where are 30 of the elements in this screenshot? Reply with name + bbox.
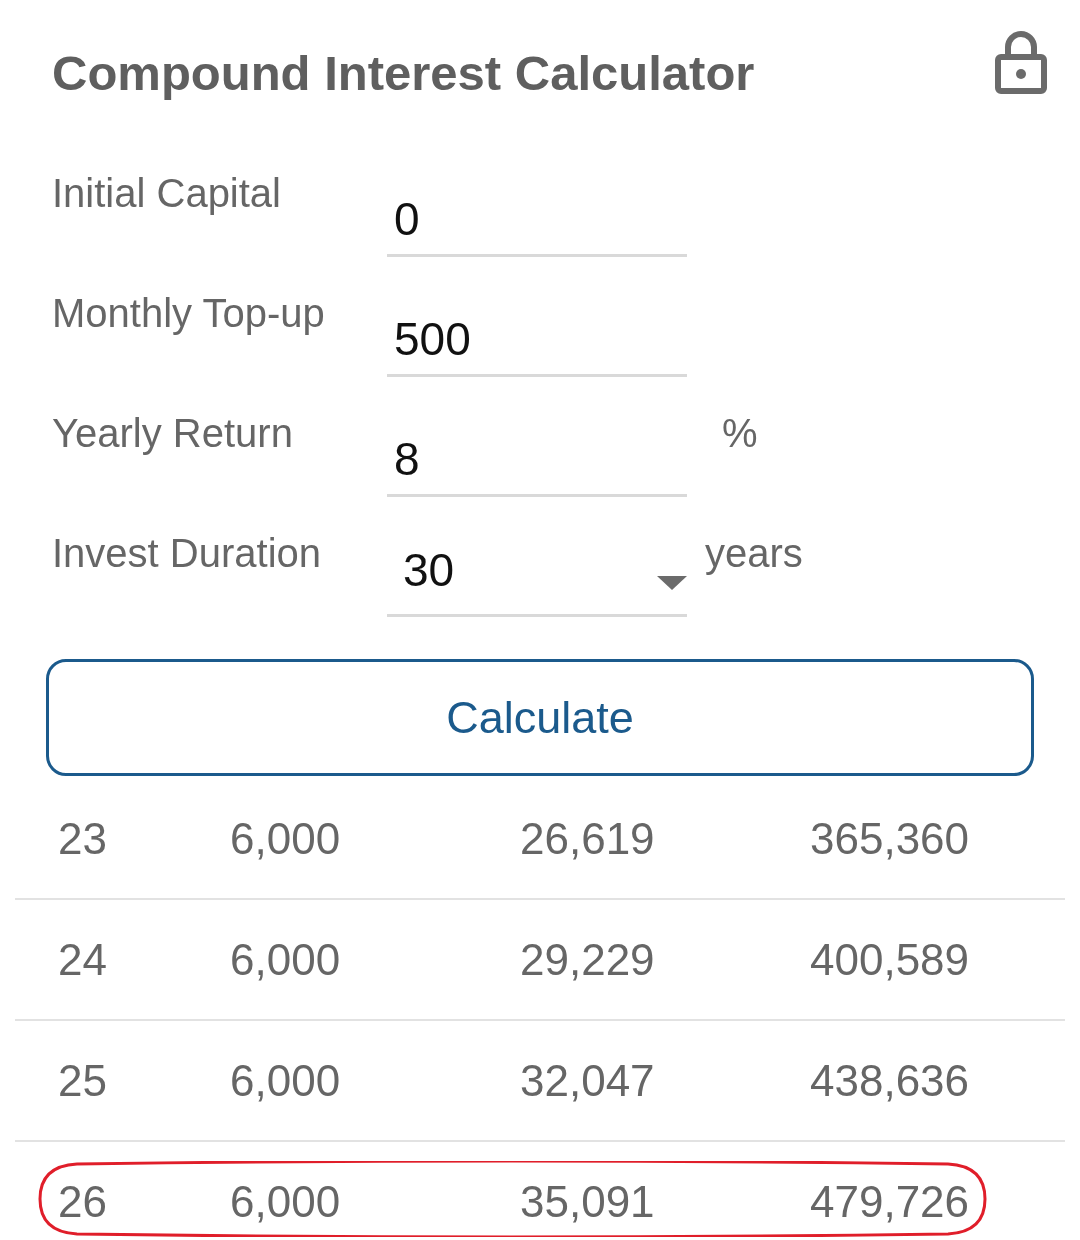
field-label: Monthly Top-up: [52, 290, 326, 337]
table-cell: 26: [58, 1175, 107, 1228]
table-cell: 25: [58, 1054, 107, 1107]
table-cell: 29,229: [520, 933, 655, 986]
table-cell: 26,619: [520, 812, 655, 865]
unit-label: years: [705, 530, 803, 577]
table-cell: 6,000: [230, 812, 341, 865]
field-label: Initial Capital: [52, 170, 282, 217]
table-cell: 438,636: [810, 1054, 970, 1107]
table-cell: 35,091: [520, 1175, 655, 1228]
table-cell: 32,047: [520, 1054, 655, 1107]
unit-label: %: [722, 410, 758, 457]
calculate-button[interactable]: Calculate: [46, 659, 1034, 776]
table-cell: 400,589: [810, 933, 970, 986]
input-field[interactable]: 500: [387, 257, 687, 377]
field-label: Invest Duration: [52, 530, 323, 577]
dropdown-field[interactable]: 30: [387, 497, 687, 617]
field-label: Yearly Return: [52, 410, 294, 457]
table-cell: 479,726: [810, 1175, 970, 1228]
table-cell: 24: [58, 933, 107, 986]
caret-icon: [657, 576, 687, 590]
input-field[interactable]: 0: [387, 137, 687, 257]
table-cell: 6,000: [230, 1175, 341, 1228]
input-field[interactable]: 8: [387, 377, 687, 497]
lock-icon[interactable]: [995, 30, 1047, 94]
table-cell: 23: [58, 812, 107, 865]
table-cell: 365,360: [810, 812, 970, 865]
table-cell: 6,000: [230, 933, 341, 986]
app-title: Compound Interest Calculator: [52, 45, 755, 102]
table-cell: 6,000: [230, 1054, 341, 1107]
